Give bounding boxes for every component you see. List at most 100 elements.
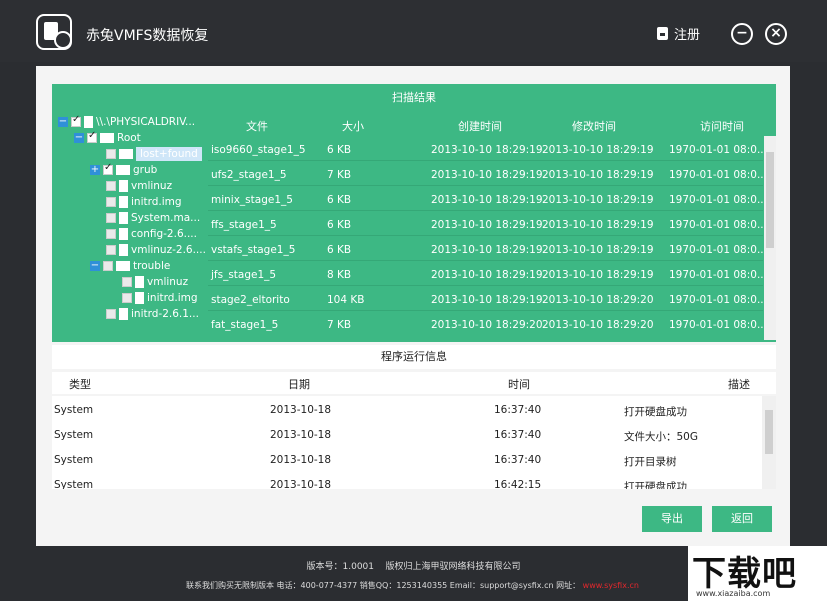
tree-checkbox[interactable] bbox=[71, 114, 81, 127]
column-header[interactable]: 访问时间 bbox=[700, 118, 744, 134]
tree-node-label: lost+found bbox=[136, 147, 202, 161]
scrollbar-thumb[interactable] bbox=[766, 152, 774, 248]
log-row[interactable]: System 2013-10-18 16:42:15 打开硬盘成功 bbox=[52, 471, 762, 489]
column-header[interactable]: 文件 bbox=[246, 118, 268, 134]
tree-node[interactable]: + grub bbox=[90, 162, 157, 178]
column-header[interactable]: 描述 bbox=[728, 376, 750, 392]
file-icon bbox=[119, 212, 128, 224]
cell-accessed: 1970-01-01 08:0... bbox=[669, 194, 767, 206]
table-row[interactable]: ffs_stage1_5 6 KB 2013-10-10 18:29:19 20… bbox=[208, 211, 767, 236]
tree-node[interactable]: vmlinuz bbox=[122, 274, 188, 290]
file-icon bbox=[119, 196, 128, 208]
website-link[interactable]: www.sysfix.cn bbox=[583, 581, 639, 590]
file-table: 文件 大小 创建时间 修改时间 访问时间 iso9660_stage1_5 6 … bbox=[208, 112, 776, 342]
cell-date: 2013-10-18 bbox=[270, 429, 332, 441]
tree-checkbox[interactable] bbox=[106, 309, 116, 319]
register-button[interactable]: 注册 bbox=[657, 24, 700, 43]
column-header[interactable]: 大小 bbox=[342, 118, 364, 134]
column-header[interactable]: 时间 bbox=[508, 376, 530, 392]
tree-node[interactable]: vmlinuz bbox=[106, 178, 172, 194]
copyright-text: 版权归上海甲驭网络科技有限公司 bbox=[385, 562, 521, 572]
folder-icon bbox=[100, 133, 114, 143]
cell-accessed: 1970-01-01 08:0... bbox=[669, 269, 767, 281]
export-button[interactable]: 导出 bbox=[642, 506, 702, 532]
cell-description: 打开硬盘成功 bbox=[624, 406, 687, 418]
tree-node[interactable]: config-2.6.... bbox=[106, 226, 197, 242]
table-row[interactable]: minix_stage1_5 6 KB 2013-10-10 18:29:19 … bbox=[208, 186, 767, 211]
cell-created: 2013-10-10 18:29:19 bbox=[431, 219, 543, 231]
log-row[interactable]: System 2013-10-18 16:37:40 打开目录树 bbox=[52, 446, 762, 471]
cell-filename: fat_stage1_5 bbox=[211, 319, 279, 331]
column-header[interactable]: 日期 bbox=[288, 376, 310, 392]
column-header[interactable]: 修改时间 bbox=[572, 118, 616, 134]
tree-node-label: vmlinuz bbox=[131, 180, 173, 192]
tree-checkbox[interactable] bbox=[106, 229, 116, 239]
log-table-header: 类型 日期 时间 描述 bbox=[52, 372, 776, 394]
tree-node[interactable]: − \\.\PHYSICALDRIV... bbox=[58, 114, 195, 130]
cell-size: 104 KB bbox=[327, 294, 365, 306]
watermark-logo: 下载吧 www.xiazaiba.com bbox=[688, 546, 827, 601]
cell-description: 打开硬盘成功 bbox=[624, 481, 687, 489]
tree-node[interactable]: − Root bbox=[74, 130, 141, 146]
column-header[interactable]: 类型 bbox=[69, 376, 91, 392]
scrollbar-thumb[interactable] bbox=[765, 410, 773, 454]
tree-checkbox[interactable] bbox=[103, 162, 113, 175]
version-text: 版本号：1.0001 bbox=[306, 562, 375, 572]
tree-node[interactable]: System.ma... bbox=[106, 210, 200, 226]
folder-icon bbox=[116, 165, 130, 175]
log-row[interactable]: System 2013-10-18 16:37:40 文件大小：50G bbox=[52, 421, 762, 446]
collapse-icon[interactable]: − bbox=[74, 133, 84, 143]
tree-checkbox[interactable] bbox=[103, 261, 113, 271]
tree-node[interactable]: initrd.img bbox=[122, 290, 198, 306]
cell-accessed: 1970-01-01 08:0... bbox=[669, 219, 767, 231]
file-table-scrollbar[interactable] bbox=[764, 136, 776, 340]
tree-node-label: grub bbox=[133, 164, 158, 176]
close-button[interactable]: × bbox=[765, 23, 787, 45]
cell-created: 2013-10-10 18:29:19 bbox=[431, 144, 543, 156]
tree-checkbox[interactable] bbox=[122, 277, 132, 287]
cell-created: 2013-10-10 18:29:19 bbox=[431, 169, 543, 181]
tree-checkbox[interactable] bbox=[106, 149, 116, 159]
tree-node[interactable]: initrd-2.6.1... bbox=[106, 306, 199, 322]
log-scrollbar[interactable] bbox=[762, 396, 776, 489]
cell-accessed: 1970-01-01 08:0... bbox=[669, 294, 767, 306]
cell-accessed: 1970-01-01 08:0... bbox=[669, 319, 767, 331]
tree-checkbox[interactable] bbox=[106, 213, 116, 223]
expand-icon[interactable]: + bbox=[90, 165, 100, 175]
table-row[interactable]: vstafs_stage1_5 6 KB 2013-10-10 18:29:19… bbox=[208, 236, 767, 261]
tree-checkbox[interactable] bbox=[122, 293, 132, 303]
tree-node-selected[interactable]: lost+found bbox=[106, 146, 202, 162]
folder-icon bbox=[119, 149, 133, 159]
file-icon bbox=[135, 276, 144, 288]
column-header[interactable]: 创建时间 bbox=[458, 118, 502, 134]
table-row[interactable]: jfs_stage1_5 8 KB 2013-10-10 18:29:19 20… bbox=[208, 261, 767, 286]
table-row[interactable]: fat_stage1_5 7 KB 2013-10-10 18:29:20 20… bbox=[208, 311, 767, 336]
cell-accessed: 1970-01-01 08:0... bbox=[669, 144, 767, 156]
folder-icon bbox=[116, 261, 130, 271]
tree-checkbox[interactable] bbox=[106, 245, 116, 255]
back-button[interactable]: 返回 bbox=[712, 506, 772, 532]
cell-filename: jfs_stage1_5 bbox=[211, 269, 277, 281]
table-row[interactable]: ufs2_stage1_5 7 KB 2013-10-10 18:29:19 2… bbox=[208, 161, 767, 186]
tree-node[interactable]: initrd.img bbox=[106, 194, 182, 210]
collapse-icon[interactable]: − bbox=[58, 117, 68, 127]
cell-description: 文件大小：50G bbox=[624, 431, 698, 443]
minimize-button[interactable]: − bbox=[731, 23, 753, 45]
collapse-icon[interactable]: − bbox=[90, 261, 100, 271]
cell-description: 打开目录树 bbox=[624, 456, 677, 468]
cell-created: 2013-10-10 18:29:19 bbox=[431, 269, 543, 281]
tree-checkbox[interactable] bbox=[106, 181, 116, 191]
app-title: 赤兔VMFS数据恢复 bbox=[86, 28, 209, 44]
file-table-header: 文件 大小 创建时间 修改时间 访问时间 bbox=[208, 112, 776, 136]
table-row[interactable]: iso9660_stage1_5 6 KB 2013-10-10 18:29:1… bbox=[208, 136, 767, 161]
tree-node[interactable]: vmlinuz-2.6.... bbox=[106, 242, 206, 258]
log-row[interactable]: System 2013-10-18 16:37:40 打开硬盘成功 bbox=[52, 396, 762, 421]
tree-checkbox[interactable] bbox=[87, 130, 97, 143]
table-row[interactable]: stage2_eltorito 104 KB 2013-10-10 18:29:… bbox=[208, 286, 767, 311]
tree-checkbox[interactable] bbox=[106, 197, 116, 207]
file-icon bbox=[119, 308, 128, 320]
cell-filename: ffs_stage1_5 bbox=[211, 219, 277, 231]
cell-size: 6 KB bbox=[327, 219, 352, 231]
tree-node-label: initrd.img bbox=[147, 292, 198, 304]
tree-node[interactable]: − trouble bbox=[90, 258, 170, 274]
